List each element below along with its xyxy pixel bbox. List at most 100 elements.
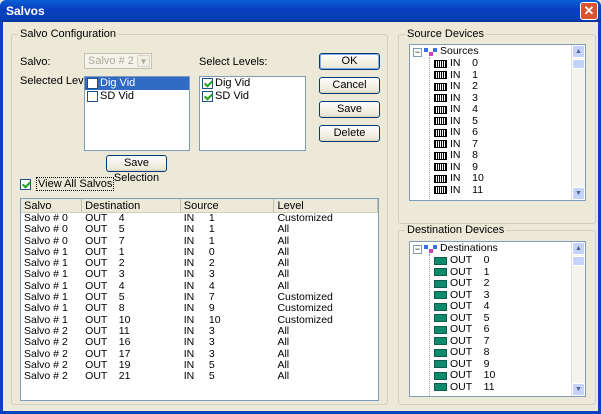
tree-root[interactable]: Sources <box>424 45 479 57</box>
table-cell: IN 1 <box>183 223 215 236</box>
table-row[interactable]: Salvo # 1 OUT 8 IN 9 Customized <box>21 302 378 315</box>
level-item[interactable]: Dig Vid <box>85 77 189 90</box>
column-header[interactable]: Level <box>274 199 378 212</box>
scroll-down-icon[interactable]: ▼ <box>572 383 585 396</box>
source-device-icon <box>434 174 447 183</box>
source-tree[interactable]: ▲ ▼ − Sources IN 0 IN 1 IN 2 IN 3 IN 4 IN 5 IN 6… <box>409 44 586 201</box>
table-row[interactable]: Salvo # 2 OUT 21 IN 5 All <box>21 370 378 383</box>
view-all-salvos-checkbox[interactable]: View All Salvos <box>20 177 115 191</box>
column-header[interactable]: Salvo <box>21 199 83 212</box>
tree-item-label: OUT 2 <box>450 277 490 289</box>
tree-item[interactable]: IN 2 <box>434 80 478 92</box>
table-cell: IN 3 <box>183 336 215 349</box>
tree-root-label: Destinations <box>440 242 498 254</box>
selected-levels-list[interactable]: Dig Vid SD Vid <box>84 76 190 151</box>
level-item[interactable]: SD Vid <box>200 90 305 103</box>
table-row[interactable]: Salvo # 2 OUT 16 IN 3 All <box>21 336 378 349</box>
table-cell: All <box>277 245 290 258</box>
destination-device-icon <box>434 337 447 346</box>
source-device-icon <box>434 186 447 195</box>
tree-item[interactable]: OUT 2 <box>434 277 490 289</box>
destination-device-icon <box>434 360 447 369</box>
scroll-up-icon[interactable]: ▲ <box>572 45 585 58</box>
scroll-thumb[interactable] <box>572 256 585 266</box>
table-cell: IN 9 <box>183 302 215 315</box>
tree-root-label: Sources <box>440 45 479 57</box>
close-icon: ✕ <box>583 3 595 18</box>
tree-item[interactable]: OUT 6 <box>434 323 489 335</box>
destination-device-icon <box>434 302 447 311</box>
destination-device-icon <box>434 325 447 334</box>
salvo-select[interactable]: Salvo # 2 ▼ <box>84 53 152 69</box>
table-cell: Salvo # 2 <box>24 370 68 383</box>
tree-item[interactable]: IN 10 <box>434 172 484 184</box>
tree-item-label: IN 6 <box>450 126 479 138</box>
destination-device-icon <box>434 383 447 392</box>
destination-device-icon <box>434 268 447 277</box>
tree-item[interactable]: IN 8 <box>434 149 479 161</box>
tree-item[interactable]: IN 6 <box>434 126 479 138</box>
source-devices-label: Source Devices <box>405 28 487 40</box>
table-cell: Customized <box>277 313 333 326</box>
salvo-configuration-label: Salvo Configuration <box>18 28 119 40</box>
select-levels-label: Select Levels: <box>199 56 268 68</box>
table-cell: All <box>277 324 290 337</box>
destination-device-icon <box>434 348 447 357</box>
collapse-icon[interactable]: − <box>413 48 422 57</box>
table-cell: Customized <box>277 302 333 315</box>
collapse-icon[interactable]: − <box>413 245 422 254</box>
table-cell: All <box>277 347 290 360</box>
chevron-down-icon[interactable]: ▼ <box>137 55 150 67</box>
destination-device-icon <box>434 291 447 300</box>
salvo-table[interactable]: Salvo Destination Source Level Salvo # 0 OUT… <box>20 198 379 401</box>
ok-button[interactable]: OK <box>319 53 380 70</box>
level-item[interactable]: Dig Vid <box>200 77 305 90</box>
dialog-body: Salvo Configuration Salvo: Salvo # 2 ▼ S… <box>0 22 601 414</box>
table-cell: OUT 5 <box>85 223 125 236</box>
tree-item-label: IN 8 <box>450 149 479 161</box>
destination-tree[interactable]: ▲ ▼ − Destinations OUT 0 OUT 1 OUT 2 OUT 3 OUT… <box>409 241 586 397</box>
checkbox-icon[interactable] <box>20 178 31 190</box>
source-device-icon <box>434 163 447 172</box>
source-scrollbar[interactable]: ▲ ▼ <box>571 45 585 200</box>
tree-root[interactable]: Destinations <box>424 242 498 254</box>
destination-devices-group: Destination Devices ▲ ▼ − Destinations OUT… <box>398 224 596 405</box>
save-selection-button[interactable]: Save Selection <box>106 155 167 184</box>
scroll-up-icon[interactable]: ▲ <box>572 242 585 255</box>
tree-item[interactable]: OUT 10 <box>434 369 496 381</box>
close-button[interactable]: ✕ <box>580 2 598 20</box>
select-levels-list[interactable]: Dig Vid SD Vid <box>199 76 306 151</box>
cancel-button[interactable]: Cancel <box>319 77 380 94</box>
window-title: Salvos <box>6 4 45 18</box>
tree-line <box>429 57 430 200</box>
column-header[interactable]: Destination <box>82 199 181 212</box>
tree-item[interactable]: OUT 0 <box>434 254 489 266</box>
tree-item[interactable]: OUT 8 <box>434 346 489 358</box>
destination-scrollbar[interactable]: ▲ ▼ <box>571 242 585 396</box>
delete-button[interactable]: Delete <box>319 125 380 142</box>
checkbox-icon[interactable] <box>202 78 213 89</box>
scroll-thumb[interactable] <box>572 59 585 69</box>
tree-item[interactable]: IN 0 <box>434 57 478 69</box>
checkbox-icon[interactable] <box>202 91 213 102</box>
save-button[interactable]: Save <box>319 101 380 118</box>
table-cell: IN 5 <box>183 370 215 383</box>
tree-item-label: IN 10 <box>450 172 484 184</box>
tree-item[interactable]: OUT 4 <box>434 300 489 312</box>
tree-item[interactable]: OUT 11 <box>434 380 495 393</box>
table-cell: All <box>277 223 290 236</box>
column-header[interactable]: Source <box>181 199 275 212</box>
checkbox-icon[interactable] <box>87 78 98 89</box>
source-device-icon <box>434 128 447 137</box>
tree-item[interactable]: IN 4 <box>434 103 478 115</box>
network-icon <box>424 244 437 254</box>
scroll-down-icon[interactable]: ▼ <box>572 187 585 200</box>
table-cell: Salvo # 1 <box>24 302 68 315</box>
table-row[interactable]: Salvo # 0 OUT 5 IN 1 All <box>21 223 378 236</box>
tree-item-label: OUT 10 <box>450 369 496 381</box>
tree-item[interactable]: IN 11 <box>434 184 483 196</box>
tree-item-label: OUT 11 <box>450 380 495 393</box>
level-label: Dig Vid <box>100 77 136 89</box>
checkbox-icon[interactable] <box>87 91 98 102</box>
level-item[interactable]: SD Vid <box>85 90 189 103</box>
